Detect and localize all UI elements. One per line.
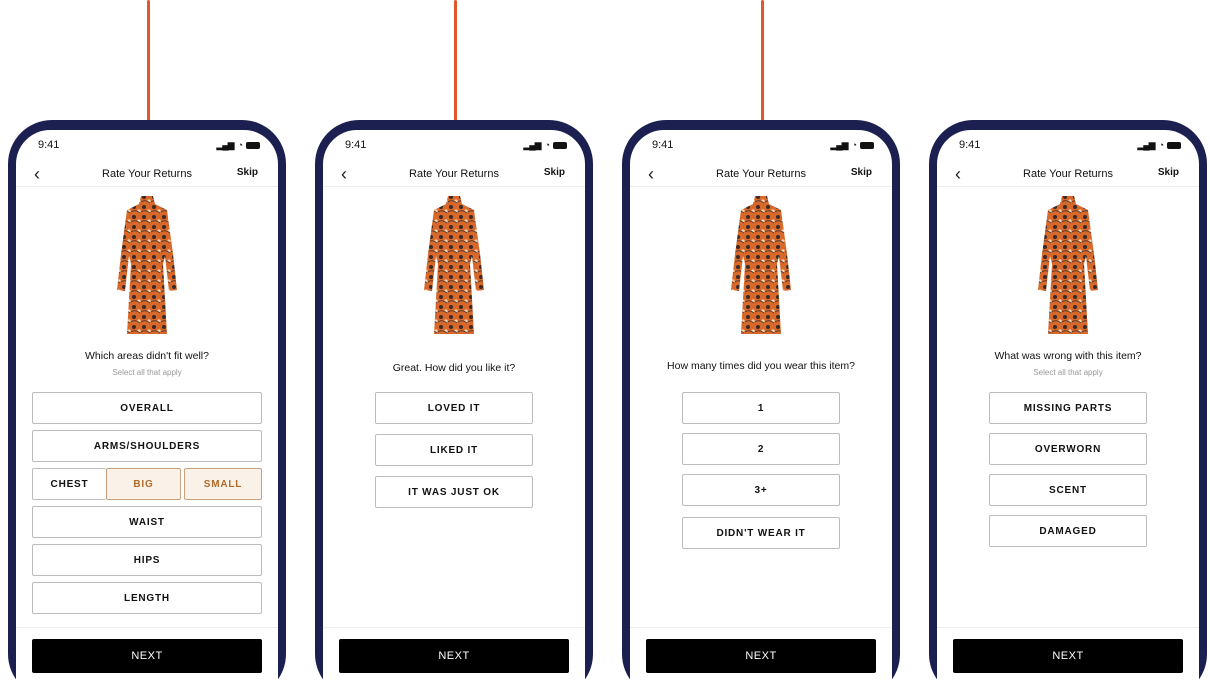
phone-frame-3: 9:41 ▂▄▆ ◔ ‹ Rate Your Returns Skip How … xyxy=(622,120,900,698)
footer: NEXT xyxy=(323,627,585,698)
signal-icon: ▂▄▆ xyxy=(1137,139,1155,150)
callout-pointer-2 xyxy=(448,0,463,146)
next-button[interactable]: NEXT xyxy=(32,639,262,673)
option-arms-shoulders[interactable]: ARMS/SHOULDERS xyxy=(32,430,262,462)
option-liked-it[interactable]: LIKED IT xyxy=(375,434,533,466)
question-text: How many times did you wear this item? xyxy=(667,360,855,372)
page-title: Rate Your Returns xyxy=(102,168,192,180)
option-waist[interactable]: WAIST xyxy=(32,506,262,538)
screen-what-wrong: 9:41 ▂▄▆ ◔ ‹ Rate Your Returns Skip What… xyxy=(937,130,1199,698)
option-loved-it[interactable]: LOVED IT xyxy=(375,392,533,424)
chevron-left-icon[interactable]: ‹ xyxy=(341,164,347,185)
footer: NEXT xyxy=(937,627,1199,698)
status-bar: 9:41 ▂▄▆ ◔ xyxy=(959,138,1181,152)
callout-pointer-1 xyxy=(141,0,156,146)
phone-frame-2: 9:41 ▂▄▆ ◔ ‹ Rate Your Returns Skip Grea… xyxy=(315,120,593,698)
next-button[interactable]: NEXT xyxy=(339,639,569,673)
option-chest-small[interactable]: SMALL xyxy=(184,468,262,500)
phone-frame-4: 9:41 ▂▄▆ ◔ ‹ Rate Your Returns Skip What… xyxy=(929,120,1207,698)
signal-icon: ▂▄▆ xyxy=(523,139,541,150)
product-image-dress xyxy=(731,196,791,334)
next-button[interactable]: NEXT xyxy=(646,639,876,673)
skip-button[interactable]: Skip xyxy=(544,167,565,178)
option-missing-parts[interactable]: MISSING PARTS xyxy=(989,392,1147,424)
next-button[interactable]: NEXT xyxy=(953,639,1183,673)
option-scent[interactable]: SCENT xyxy=(989,474,1147,506)
question-text: Which areas didn't fit well? xyxy=(85,350,209,362)
skip-button[interactable]: Skip xyxy=(851,167,872,178)
status-time: 9:41 xyxy=(345,139,367,151)
page-title: Rate Your Returns xyxy=(716,168,806,180)
footer: NEXT xyxy=(630,627,892,698)
question-subtitle: Select all that apply xyxy=(112,368,182,377)
callout-pointer-3 xyxy=(755,0,770,146)
status-bar: 9:41 ▂▄▆ ◔ xyxy=(652,138,874,152)
chevron-left-icon[interactable]: ‹ xyxy=(955,164,961,185)
chevron-left-icon[interactable]: ‹ xyxy=(648,164,654,185)
signal-icon: ▂▄▆ xyxy=(216,139,234,150)
status-time: 9:41 xyxy=(959,139,981,151)
option-overall[interactable]: OVERALL xyxy=(32,392,262,424)
signal-icon: ▂▄▆ xyxy=(830,139,848,150)
screen-times-worn: 9:41 ▂▄▆ ◔ ‹ Rate Your Returns Skip How … xyxy=(630,130,892,698)
status-bar: 9:41 ▂▄▆ ◔ xyxy=(345,138,567,152)
option-hips[interactable]: HIPS xyxy=(32,544,262,576)
option-length[interactable]: LENGTH xyxy=(32,582,262,614)
wifi-icon: ◔ xyxy=(544,140,551,150)
chevron-left-icon[interactable]: ‹ xyxy=(34,164,40,185)
wifi-icon: ◔ xyxy=(237,140,244,150)
screen-areas-fit: 9:41 ▂▄▆ ◔ ‹ Rate Your Returns Skip Whic… xyxy=(16,130,278,698)
option-twice[interactable]: 2 xyxy=(682,433,840,465)
option-once[interactable]: 1 xyxy=(682,392,840,424)
status-time: 9:41 xyxy=(652,139,674,151)
product-image-dress xyxy=(1038,196,1098,334)
option-chest-label: CHEST xyxy=(32,468,106,500)
option-damaged[interactable]: DAMAGED xyxy=(989,515,1147,547)
page-title: Rate Your Returns xyxy=(409,168,499,180)
footer: NEXT xyxy=(16,627,278,698)
nav-bar: ‹ Rate Your Returns Skip xyxy=(630,162,892,187)
question-text: What was wrong with this item? xyxy=(994,350,1142,362)
option-just-ok[interactable]: IT WAS JUST OK xyxy=(375,476,533,508)
battery-icon xyxy=(1167,141,1181,149)
question-text: Great. How did you like it? xyxy=(392,362,516,374)
status-time: 9:41 xyxy=(38,139,60,151)
status-bar: 9:41 ▂▄▆ ◔ xyxy=(38,138,260,152)
skip-button[interactable]: Skip xyxy=(237,167,258,178)
wifi-icon: ◔ xyxy=(851,140,858,150)
option-didnt-wear[interactable]: DIDN'T WEAR IT xyxy=(682,517,840,549)
product-image-dress xyxy=(424,196,484,334)
phone-frame-1: 9:41 ▂▄▆ ◔ ‹ Rate Your Returns Skip Whic… xyxy=(8,120,286,698)
question-subtitle: Select all that apply xyxy=(1033,368,1103,377)
nav-bar: ‹ Rate Your Returns Skip xyxy=(16,162,278,187)
nav-bar: ‹ Rate Your Returns Skip xyxy=(937,162,1199,187)
battery-icon xyxy=(553,141,567,149)
product-image-dress xyxy=(117,196,177,334)
wifi-icon: ◔ xyxy=(1158,140,1165,150)
nav-bar: ‹ Rate Your Returns Skip xyxy=(323,162,585,187)
battery-icon xyxy=(860,141,874,149)
option-overworn[interactable]: OVERWORN xyxy=(989,433,1147,465)
option-chest-big[interactable]: BIG xyxy=(106,468,181,500)
option-three-plus[interactable]: 3+ xyxy=(682,474,840,506)
skip-button[interactable]: Skip xyxy=(1158,167,1179,178)
page-title: Rate Your Returns xyxy=(1023,168,1113,180)
battery-icon xyxy=(246,141,260,149)
screen-how-liked: 9:41 ▂▄▆ ◔ ‹ Rate Your Returns Skip Grea… xyxy=(323,130,585,698)
